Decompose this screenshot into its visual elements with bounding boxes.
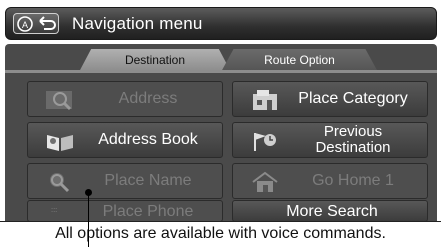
svg-text::::: ::: (51, 205, 57, 214)
tabs-divider (5, 70, 437, 73)
header-bar: A Navigation menu (5, 7, 437, 40)
place-name-label: Place Name (104, 172, 192, 189)
circle-a-icon[interactable]: A (16, 15, 34, 33)
place-phone-button[interactable]: ::: Place Phone (27, 200, 223, 222)
more-search-button[interactable]: More Search (232, 200, 428, 222)
magnifier-icon (46, 91, 72, 111)
header-icon-group: A (13, 13, 59, 34)
keypad-icon: ::: (51, 205, 57, 214)
address-button[interactable]: Address (27, 81, 223, 117)
previous-destination-line2: Destination (315, 139, 391, 156)
go-home-label: Go Home 1 (312, 172, 394, 189)
flag-clock-icon (254, 133, 276, 151)
svg-text:A: A (22, 20, 28, 30)
place-category-button[interactable]: Place Category (232, 81, 428, 117)
address-book-label: Address Book (98, 131, 198, 148)
previous-destination-button[interactable]: Previous Destination (232, 122, 428, 158)
navigation-screen: A Navigation menu Destination Route Opti… (0, 0, 441, 247)
address-book-button[interactable]: Address Book (27, 122, 223, 158)
go-home-button[interactable]: Go Home 1 (232, 163, 428, 199)
tab-route-option[interactable]: Route Option (221, 49, 378, 72)
previous-destination-label: Previous Destination (285, 124, 421, 156)
magnifier-name-icon (50, 173, 70, 193)
callout-line (88, 192, 89, 247)
open-book-icon (47, 135, 73, 151)
back-arrow-icon[interactable] (36, 15, 58, 33)
house-icon (252, 171, 278, 192)
address-label: Address (118, 90, 178, 107)
place-phone-label: Place Phone (102, 203, 194, 220)
tab-destination[interactable]: Destination (79, 49, 231, 72)
place-name-button[interactable]: Place Name (27, 163, 223, 199)
previous-destination-line1: Previous (323, 123, 383, 140)
callout-dot (85, 189, 92, 196)
place-category-label: Place Category (298, 90, 408, 107)
voice-commands-note: All options are available with voice com… (0, 221, 441, 247)
more-search-label: More Search (286, 203, 378, 220)
page-title: Navigation menu (72, 14, 203, 33)
building-icon (253, 90, 277, 110)
